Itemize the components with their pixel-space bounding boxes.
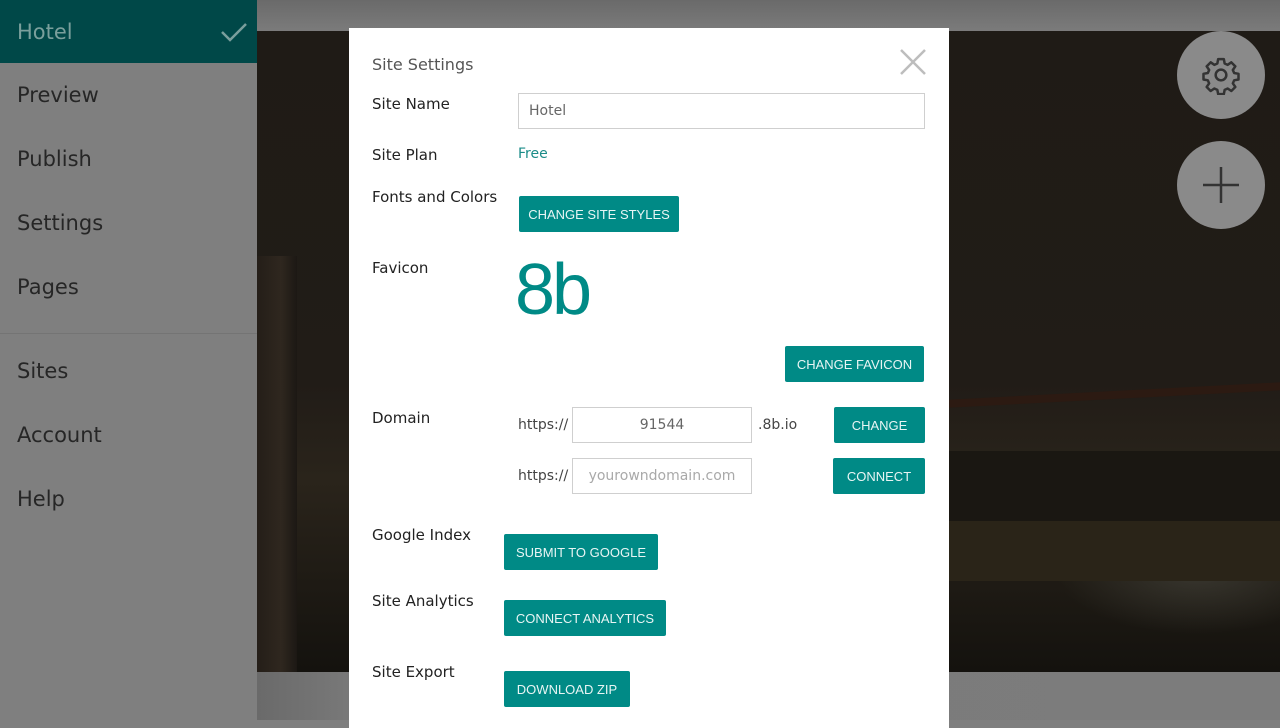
gear-icon <box>1202 57 1240 95</box>
sidebar-item-preview[interactable]: Preview <box>0 63 257 127</box>
change-favicon-button[interactable]: CHANGE FAVICON <box>785 346 924 382</box>
add-section-button[interactable] <box>1177 141 1265 229</box>
check-icon <box>221 22 247 42</box>
site-name-label: Site Name <box>372 95 450 113</box>
sidebar-item-help[interactable]: Help <box>0 467 257 531</box>
sidebar-item-settings[interactable]: Settings <box>0 191 257 255</box>
site-name-input[interactable] <box>518 93 925 129</box>
favicon-label: Favicon <box>372 259 429 277</box>
submit-to-google-button[interactable]: SUBMIT TO GOOGLE <box>504 534 658 570</box>
connect-domain-button[interactable]: CONNECT <box>833 458 925 494</box>
hero-image-detail <box>948 382 1280 408</box>
close-icon <box>900 49 926 75</box>
site-title: Hotel <box>17 19 73 44</box>
site-settings-dialog: Site Settings Site Name Site Plan Free F… <box>349 28 949 728</box>
domain-label: Domain <box>372 409 431 427</box>
hero-image-detail <box>948 451 1280 521</box>
download-zip-button[interactable]: DOWNLOAD ZIP <box>504 671 630 707</box>
google-index-label: Google Index <box>372 526 471 544</box>
site-plan-link[interactable]: Free <box>518 146 548 162</box>
change-domain-button[interactable]: CHANGE <box>834 407 925 443</box>
page-topbar <box>257 0 1280 31</box>
dialog-title: Site Settings <box>372 55 474 74</box>
plus-icon <box>1203 167 1239 203</box>
subdomain-prefix: https:// <box>518 417 569 433</box>
hero-image-detail <box>948 521 1280 581</box>
site-export-label: Site Export <box>372 663 455 681</box>
fonts-colors-label: Fonts and Colors <box>372 188 498 206</box>
subdomain-input[interactable] <box>572 407 752 443</box>
custom-domain-prefix: https:// <box>518 468 569 484</box>
sidebar-item-publish[interactable]: Publish <box>0 127 257 191</box>
custom-domain-input[interactable] <box>572 458 752 494</box>
site-analytics-label: Site Analytics <box>372 592 474 610</box>
sidebar-site-header[interactable]: Hotel <box>0 0 257 63</box>
sidebar-item-sites[interactable]: Sites <box>0 339 257 403</box>
favicon-preview: 8b <box>515 250 592 330</box>
sidebar-divider <box>0 333 257 334</box>
hero-image-detail <box>257 256 297 676</box>
sidebar-item-pages[interactable]: Pages <box>0 255 257 319</box>
site-plan-label: Site Plan <box>372 146 438 164</box>
change-site-styles-button[interactable]: CHANGE SITE STYLES <box>519 196 679 232</box>
sidebar-item-account[interactable]: Account <box>0 403 257 467</box>
subdomain-suffix: .8b.io <box>758 417 798 433</box>
connect-analytics-button[interactable]: CONNECT ANALYTICS <box>504 600 666 636</box>
sidebar: Hotel Preview Publish Settings Pages Sit… <box>0 0 257 720</box>
close-button[interactable] <box>898 47 928 77</box>
page-settings-button[interactable] <box>1177 31 1265 119</box>
